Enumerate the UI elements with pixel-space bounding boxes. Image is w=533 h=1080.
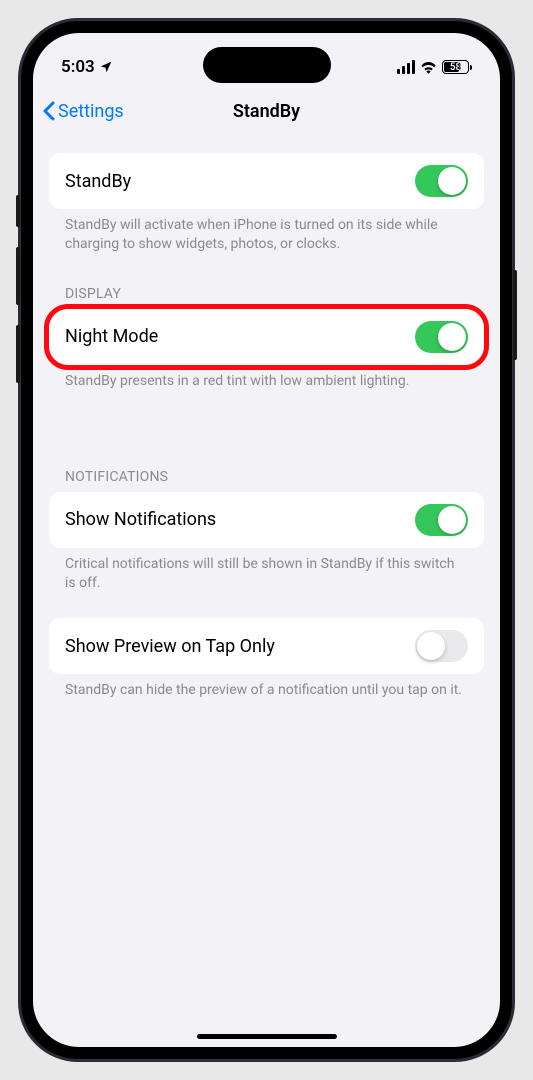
wifi-icon — [420, 61, 437, 74]
home-indicator[interactable] — [197, 1034, 337, 1039]
screen: 5:03 58 — [33, 33, 500, 1047]
page-title: StandBy — [233, 101, 300, 122]
side-buttons-right — [513, 270, 517, 360]
notifications-section-header: NOTIFICATIONS — [49, 469, 484, 492]
show-preview-footer: StandBy can hide the preview of a notifi… — [49, 674, 484, 700]
back-button[interactable]: Settings — [43, 101, 124, 122]
night-mode-toggle[interactable] — [415, 321, 468, 353]
show-preview-row: Show Preview on Tap Only — [49, 618, 484, 674]
night-mode-row: Night Mode — [49, 309, 484, 365]
cellular-signal-icon — [397, 60, 415, 74]
show-notifications-row: Show Notifications — [49, 492, 484, 548]
standby-row: StandBy — [49, 153, 484, 209]
night-mode-label: Night Mode — [65, 326, 158, 347]
battery-percentage: 58 — [450, 62, 461, 73]
phone-frame: 5:03 58 — [20, 20, 513, 1060]
show-notifications-footer: Critical notifications will still be sho… — [49, 548, 484, 593]
standby-footer: StandBy will activate when iPhone is tur… — [49, 209, 484, 254]
dynamic-island — [203, 47, 331, 83]
highlight-annotation: Night Mode — [44, 304, 489, 370]
standby-toggle[interactable] — [415, 165, 468, 197]
standby-label: StandBy — [65, 171, 131, 192]
show-notifications-label: Show Notifications — [65, 509, 216, 530]
nav-bar: Settings StandBy — [33, 89, 500, 133]
status-time: 5:03 — [61, 57, 95, 77]
show-preview-toggle[interactable] — [415, 630, 468, 662]
show-preview-label: Show Preview on Tap Only — [65, 636, 275, 657]
location-arrow-icon — [99, 60, 113, 74]
show-notifications-toggle[interactable] — [415, 504, 468, 536]
night-mode-footer: StandBy presents in a red tint with low … — [49, 365, 484, 391]
side-buttons-left — [16, 195, 20, 403]
chevron-left-icon — [43, 101, 55, 121]
battery-icon: 58 — [442, 60, 472, 74]
back-label: Settings — [58, 101, 124, 122]
